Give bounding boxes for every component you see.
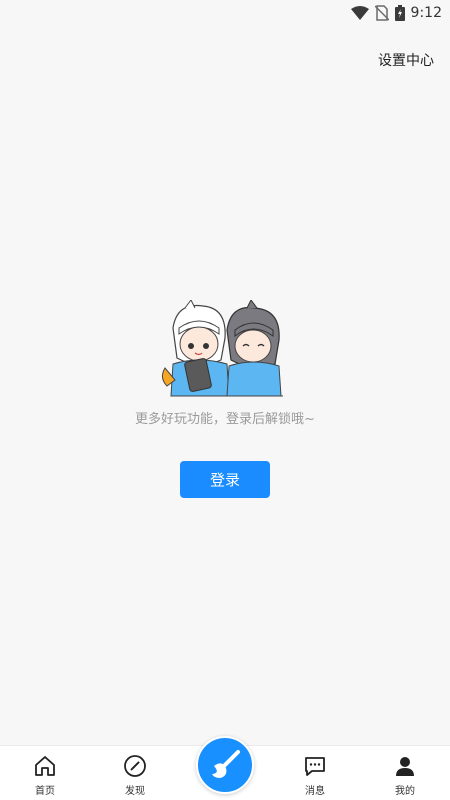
wifi-icon (350, 6, 369, 20)
tab-discover-label: 发现 (125, 786, 145, 797)
create-button[interactable] (196, 736, 254, 794)
no-sim-icon (374, 5, 389, 21)
two-anime-characters-illustration (161, 300, 283, 397)
login-button[interactable]: 登录 (180, 461, 270, 498)
message-icon (305, 757, 325, 776)
compass-icon (124, 755, 146, 777)
brush-icon (212, 750, 240, 778)
status-time: 9:12 (410, 5, 442, 21)
tab-home-label: 首页 (35, 786, 55, 797)
battery-charging-icon (394, 5, 405, 21)
user-icon (396, 757, 414, 776)
tab-messages[interactable]: 消息 (270, 746, 360, 800)
home-icon (35, 756, 55, 776)
tab-mine[interactable]: 我的 (360, 746, 450, 800)
tab-mine-label: 我的 (395, 786, 415, 797)
status-bar: 9:12 (0, 0, 450, 26)
tab-home[interactable]: 首页 (0, 746, 90, 800)
tab-messages-label: 消息 (305, 786, 325, 797)
login-prompt: 更多好玩功能，登录后解锁哦~ 登录 (0, 300, 450, 498)
login-hint-text: 更多好玩功能，登录后解锁哦~ (135, 412, 315, 427)
bottom-tab-bar: 首页 发现 消息 我的 (0, 736, 450, 800)
tab-discover[interactable]: 发现 (90, 746, 180, 800)
settings-center-link[interactable]: 设置中心 (378, 50, 434, 70)
